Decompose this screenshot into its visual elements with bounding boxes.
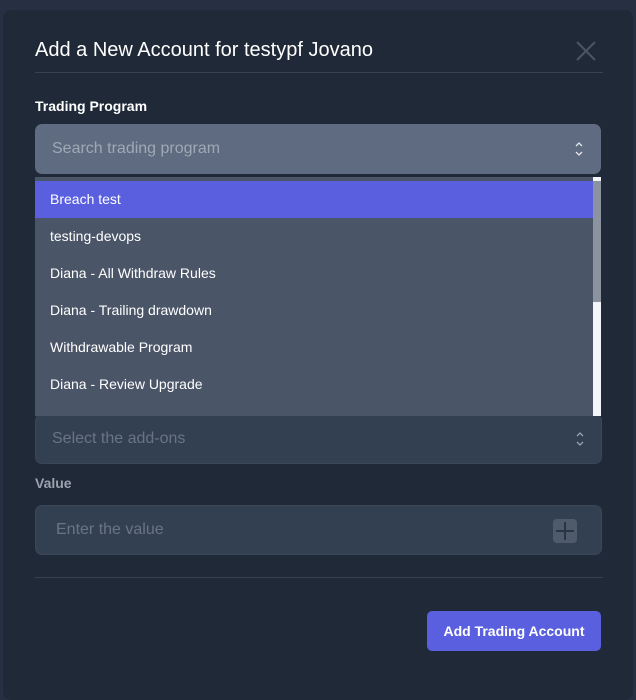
option-testing-devops[interactable]: testing-devops — [35, 218, 601, 255]
trading-program-search[interactable]: Search trading program — [35, 124, 601, 174]
option-breach-test[interactable]: Breach test — [35, 181, 601, 218]
dropdown-scrollbar[interactable] — [593, 177, 601, 416]
divider — [35, 72, 603, 73]
chevron-up-down-icon — [576, 432, 584, 446]
value-label: Value — [35, 475, 72, 491]
trading-program-dropdown: Breach test testing-devops Diana - All W… — [35, 177, 601, 416]
option-diana-all-withdraw-rules[interactable]: Diana - All Withdraw Rules — [35, 255, 601, 292]
addons-select[interactable]: Select the add-ons — [35, 414, 602, 464]
plus-icon[interactable] — [553, 519, 577, 543]
option-diana-trailing-drawdown[interactable]: Diana - Trailing drawdown — [35, 292, 601, 329]
add-trading-account-button[interactable]: Add Trading Account — [427, 611, 601, 651]
close-icon[interactable] — [575, 40, 597, 62]
divider — [35, 577, 603, 578]
trading-program-placeholder: Search trading program — [52, 140, 221, 157]
option-diana-review-upgrade[interactable]: Diana - Review Upgrade — [35, 366, 601, 403]
modal-title: Add a New Account for testypf Jovano — [35, 39, 373, 61]
trading-program-label: Trading Program — [35, 98, 148, 114]
addons-placeholder: Select the add-ons — [52, 430, 186, 447]
chevron-up-down-icon — [575, 142, 583, 156]
value-input[interactable]: Enter the value — [35, 505, 602, 555]
scrollbar-thumb[interactable] — [593, 181, 601, 302]
value-placeholder: Enter the value — [56, 521, 164, 538]
option-withdrawable-program[interactable]: Withdrawable Program — [35, 329, 601, 366]
